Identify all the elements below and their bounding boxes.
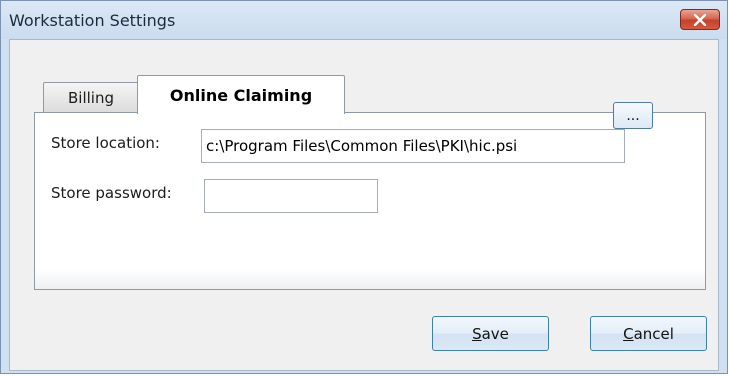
- store-password-label: Store password:: [51, 184, 172, 202]
- window-title: Workstation Settings: [9, 11, 176, 30]
- store-password-field[interactable]: [204, 179, 378, 213]
- title-bar[interactable]: Workstation Settings: [1, 1, 727, 39]
- tab-billing[interactable]: Billing: [43, 82, 139, 112]
- cancel-button[interactable]: Cancel: [590, 316, 707, 351]
- save-label: ave: [481, 324, 509, 343]
- cancel-label: ancel: [633, 324, 674, 343]
- save-button[interactable]: Save: [432, 316, 549, 351]
- close-button[interactable]: [680, 9, 720, 30]
- dialog-body: Billing Online Claiming Store location: …: [9, 39, 719, 371]
- tab-online-claiming-label: Online Claiming: [169, 85, 313, 105]
- tab-online-claiming[interactable]: Online Claiming: [137, 75, 345, 114]
- close-icon: [693, 13, 707, 26]
- save-accelerator: S: [472, 324, 482, 343]
- dialog-window: Workstation Settings Billing Online Clai…: [0, 0, 728, 374]
- panel-gradient: [35, 269, 705, 289]
- store-location-field[interactable]: c:\Program Files\Common Files\PKI\hic.ps…: [201, 129, 625, 163]
- tab-panel-online-claiming: Store location: c:\Program Files\Common …: [34, 112, 706, 290]
- browse-button[interactable]: ...: [613, 102, 653, 129]
- store-location-label: Store location:: [51, 134, 160, 152]
- cancel-accelerator: C: [623, 324, 634, 343]
- tab-billing-label: Billing: [68, 88, 114, 107]
